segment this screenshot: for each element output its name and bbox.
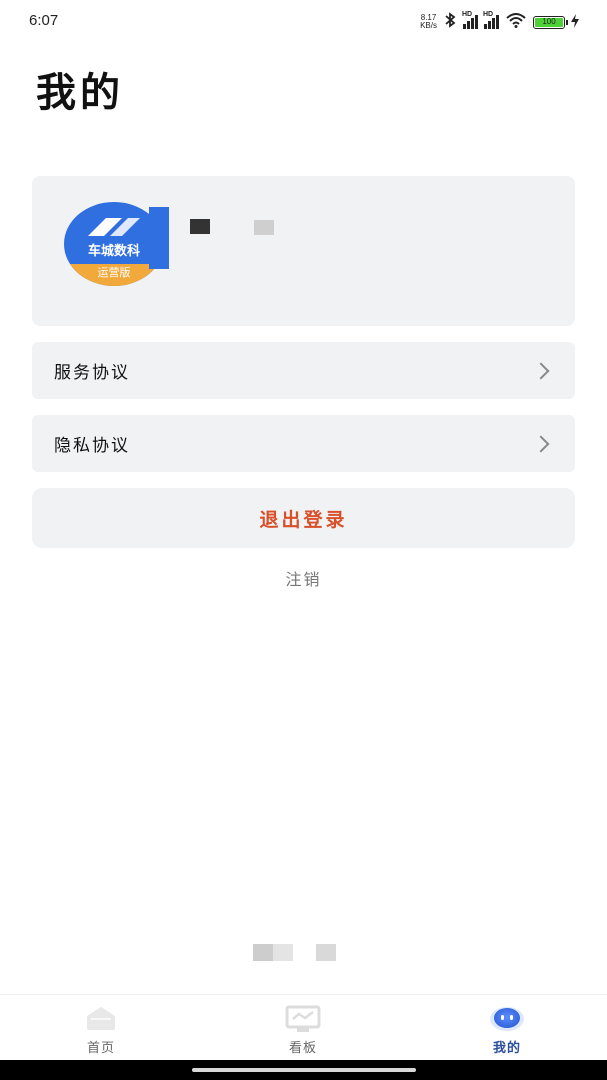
tab-profile[interactable]: 我的 — [447, 995, 567, 1061]
tab-bar: 首页 看板 我的 — [0, 994, 607, 1061]
network-speed: 8.17 KB/s — [420, 14, 437, 30]
status-icons: 8.17 KB/s HD HD 100 — [420, 11, 579, 32]
cancel-account-link[interactable]: 注销 — [0, 566, 607, 590]
bluetooth-icon — [443, 12, 457, 32]
service-agreement-label: 服务协议 — [54, 363, 130, 383]
tab-home[interactable]: 首页 — [41, 995, 161, 1061]
status-bar: 6:07 8.17 KB/s HD HD 100 — [0, 0, 607, 44]
signal-hd-label: HD — [462, 11, 473, 18]
status-time: 6:07 — [29, 12, 59, 29]
system-nav-bar — [0, 1060, 607, 1080]
network-speed-unit: KB/s — [420, 21, 437, 30]
chevron-right-icon — [532, 362, 550, 379]
home-indicator[interactable] — [192, 1068, 416, 1072]
battery-level: 100 — [542, 16, 556, 26]
profile-card: 车城数科 运营版 — [32, 176, 575, 326]
logout-button[interactable]: 退出登录 — [32, 488, 575, 548]
battery-icon: 100 — [533, 15, 568, 29]
privacy-agreement-label: 隐私协议 — [54, 436, 130, 456]
tab-home-label: 首页 — [86, 1041, 115, 1056]
signal-icon-2: HD — [483, 11, 499, 29]
signal-icon: HD — [462, 11, 478, 29]
page-title: 我的 — [36, 69, 124, 116]
signal-hd-label-2: HD — [483, 11, 494, 18]
tab-dashboard[interactable]: 看板 — [243, 995, 363, 1061]
dashboard-icon — [285, 1005, 321, 1037]
wifi-icon — [505, 12, 527, 32]
tab-profile-label: 我的 — [492, 1041, 521, 1056]
logo-mark-icon — [88, 218, 140, 236]
home-icon — [85, 1005, 117, 1035]
redacted-footer-text-2 — [316, 944, 336, 961]
logo-edge — [149, 207, 169, 269]
tab-dashboard-label: 看板 — [288, 1041, 317, 1056]
profile-icon — [488, 1005, 526, 1037]
redacted-name — [190, 219, 210, 234]
chevron-right-icon — [532, 435, 550, 452]
redacted-name-2 — [254, 220, 274, 235]
service-agreement-item[interactable]: 服务协议 — [32, 342, 575, 399]
charging-icon — [571, 13, 579, 32]
privacy-agreement-item[interactable]: 隐私协议 — [32, 415, 575, 472]
redacted-footer-text — [253, 944, 293, 961]
